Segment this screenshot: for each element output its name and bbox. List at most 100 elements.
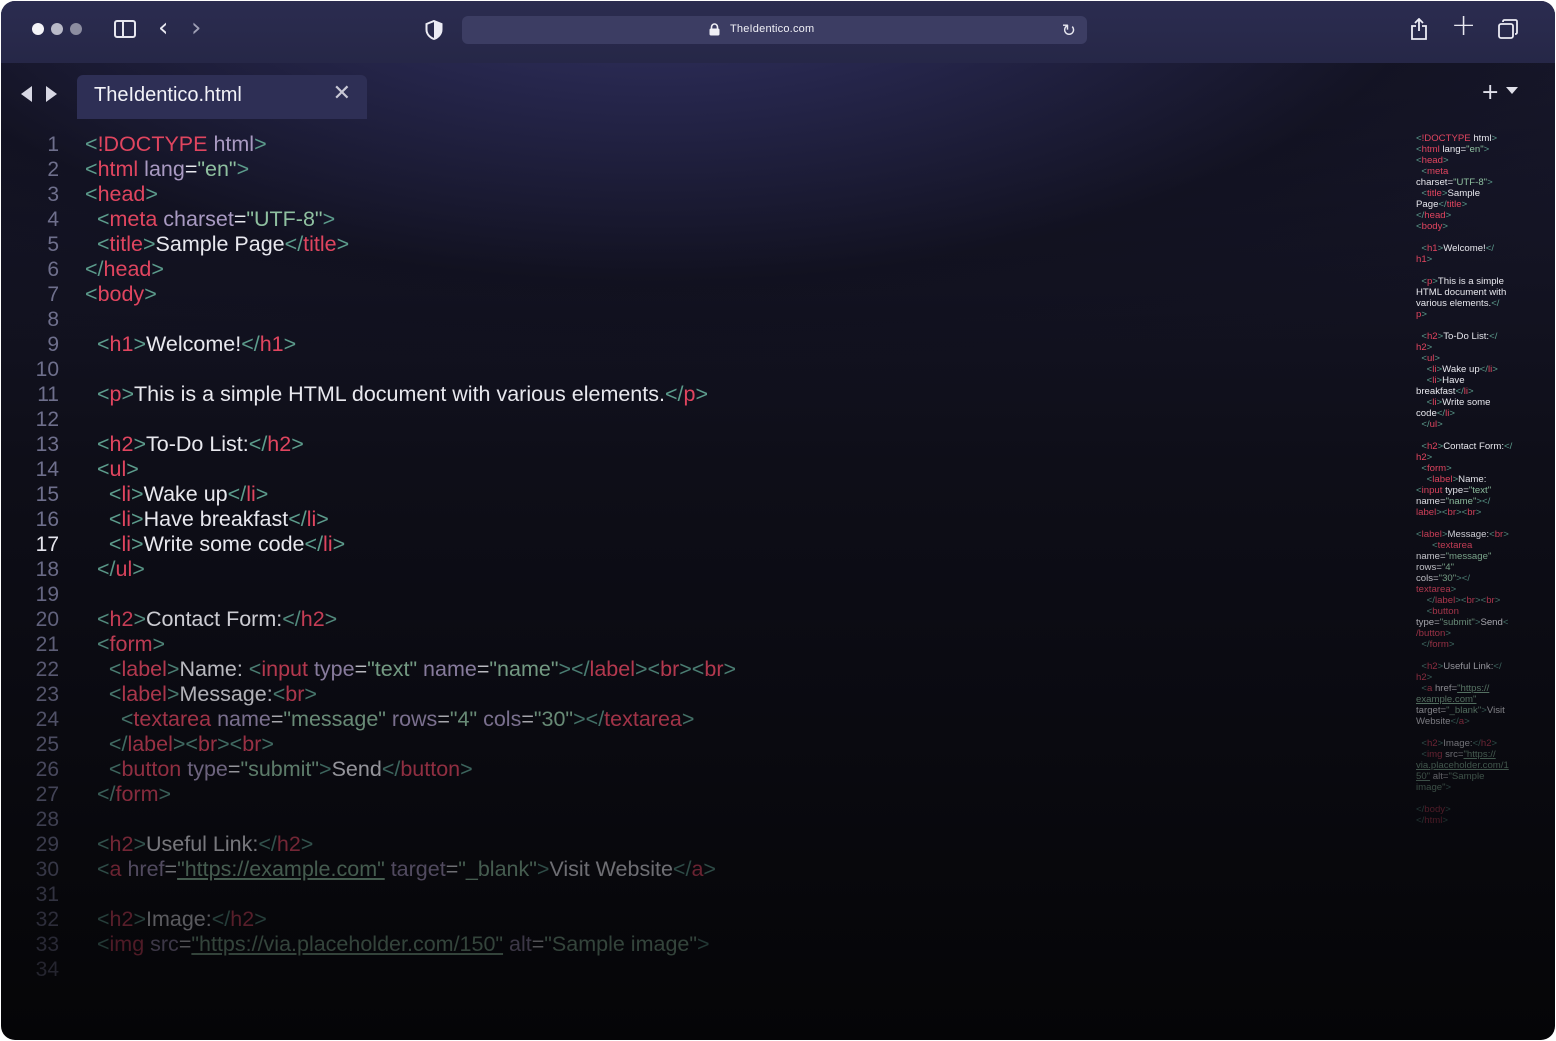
code-line[interactable]: <h2>Contact Form:</h2>	[85, 607, 337, 632]
forward-chevron-icon[interactable]: ›	[191, 15, 201, 41]
minimap-token: >	[1442, 815, 1449, 826]
new-tab-icon[interactable]: +	[1451, 11, 1476, 41]
minimap-line	[1416, 727, 1526, 738]
code-token: "name"	[489, 657, 559, 681]
window-minimize-button[interactable]	[51, 23, 63, 35]
code-token: label	[589, 657, 635, 681]
code-token: >	[703, 857, 716, 881]
code-line[interactable]: <h1>Welcome!</h1>	[85, 332, 296, 357]
minimap-token: h2	[1426, 441, 1438, 452]
minimap-token: form	[1426, 463, 1447, 474]
minimap-token: </	[1455, 386, 1464, 397]
code-line[interactable]: <textarea name="message" rows="4" cols="…	[85, 707, 695, 732]
code-line[interactable]: <html lang="en">	[85, 157, 249, 182]
code-token: <	[96, 232, 110, 256]
code-line[interactable]: <label>Message:<br>	[85, 682, 317, 707]
code-line[interactable]: <li>Wake up</li>	[85, 482, 268, 507]
sidebar-toggle-icon[interactable]	[114, 20, 136, 38]
code-token: >	[300, 832, 314, 856]
back-chevron-icon[interactable]: ‹	[158, 15, 168, 41]
code-line[interactable]: <li>Write some code</li>	[85, 532, 345, 557]
minimap-line: <html lang="en">	[1416, 144, 1526, 155]
code-token: >	[681, 707, 695, 731]
browser-window: ‹ › TheIdentico.com ↻ + TheIdentico.html…	[1, 1, 1555, 1040]
code-line[interactable]: <label>Name: <input type="text" name="na…	[85, 657, 736, 682]
code-line[interactable]: <li>Have breakfast</li>	[85, 507, 329, 532]
code-line[interactable]: <img src="https://via.placeholder.com/15…	[85, 932, 710, 957]
minimap-line: <textarea	[1416, 540, 1526, 551]
minimap[interactable]: <!DOCTYPE html> <html lang="en"> <head> <m…	[1416, 133, 1526, 826]
editor-tab-active[interactable]: TheIdentico.html ✕	[77, 75, 367, 119]
code-line[interactable]: </form>	[85, 782, 171, 807]
code-token: </	[96, 782, 116, 806]
code-editor[interactable]: 1 2 3 4 5 6 7 8 9 10 11 12 13 14 15 16 17 18 19 20 21 22 23 24 2…	[1, 129, 1401, 989]
minimap-line	[1416, 430, 1526, 441]
next-tab-arrow-icon[interactable]	[46, 86, 57, 102]
share-icon[interactable]	[1410, 17, 1428, 45]
code-line[interactable]: <h2>Image:</h2>	[85, 907, 267, 932]
code-line[interactable]: <p>This is a simple HTML document with v…	[85, 382, 708, 407]
code-token: >	[695, 382, 709, 406]
code-token: >	[460, 757, 473, 781]
code-line[interactable]: </label><br><br>	[85, 732, 274, 757]
line-number: 20	[35, 608, 59, 631]
code-line[interactable]: <meta charset="UTF-8">	[85, 207, 335, 232]
code-token: "submit"	[240, 757, 320, 781]
close-tab-icon[interactable]: ✕	[333, 81, 351, 106]
minimap-token: src=	[1442, 749, 1464, 760]
minimap-line: </head>	[1416, 210, 1526, 221]
code-line[interactable]: <form>	[85, 632, 165, 657]
code-token: >	[131, 507, 144, 531]
previous-tab-arrow-icon[interactable]	[21, 86, 32, 102]
code-line[interactable]: <h2>Useful Link:</h2>	[85, 832, 313, 857]
minimap-token: alt=	[1430, 771, 1449, 782]
line-number: 25	[35, 733, 59, 756]
address-bar[interactable]: TheIdentico.com ↻	[462, 16, 1087, 44]
code-token: lang	[138, 157, 185, 181]
minimap-token: title	[1446, 199, 1462, 210]
code-line[interactable]: </head>	[85, 257, 164, 282]
reload-icon[interactable]: ↻	[1062, 21, 1076, 41]
add-tab-icon[interactable]: +	[1481, 80, 1499, 105]
minimap-token: >	[1492, 364, 1498, 375]
minimap-token: textarea	[1416, 584, 1451, 595]
minimap-token	[1416, 595, 1427, 606]
code-token: name	[211, 707, 271, 731]
tab-title: TheIdentico.html	[94, 84, 242, 106]
minimap-line	[1416, 265, 1526, 276]
code-line[interactable]: <head>	[85, 182, 158, 207]
line-number: 7	[47, 283, 59, 306]
line-number: 28	[35, 808, 59, 831]
code-line[interactable]: </ul>	[85, 557, 145, 582]
code-line[interactable]: <h2>To-Do List:</h2>	[85, 432, 304, 457]
code-token: button	[400, 757, 461, 781]
code-token: h2	[230, 907, 255, 931]
code-token: >	[254, 132, 267, 156]
code-line[interactable]: <body>	[85, 282, 157, 307]
minimap-token	[1416, 474, 1427, 485]
code-line[interactable]: <button type="submit">Send</button>	[85, 757, 473, 782]
code-token: >	[133, 332, 146, 356]
shield-icon[interactable]	[425, 19, 443, 45]
tab-overview-icon[interactable]	[1498, 19, 1518, 44]
window-close-button[interactable]	[32, 23, 44, 35]
code-token: >	[145, 182, 158, 206]
code-line[interactable]: <ul>	[85, 457, 139, 482]
code-token: >	[332, 532, 346, 556]
tab-menu-chevron-icon[interactable]	[1506, 87, 1518, 94]
code-token: <	[96, 632, 110, 656]
minimap-line: image">	[1416, 782, 1526, 793]
minimap-line	[1416, 232, 1526, 243]
line-number: 11	[37, 383, 59, 406]
code-token: src	[144, 932, 179, 956]
window-zoom-button[interactable]	[70, 23, 82, 35]
line-number: 2	[47, 158, 59, 181]
minimap-token	[1416, 606, 1427, 617]
line-number: 12	[35, 408, 59, 431]
code-line[interactable]: <a href="https://example.com" target="_b…	[85, 857, 716, 882]
code-line[interactable]: <!DOCTYPE html>	[85, 132, 267, 157]
code-token: <	[96, 832, 110, 856]
code-line[interactable]: <title>Sample Page</title>	[85, 232, 349, 257]
code-token: label	[121, 657, 167, 681]
